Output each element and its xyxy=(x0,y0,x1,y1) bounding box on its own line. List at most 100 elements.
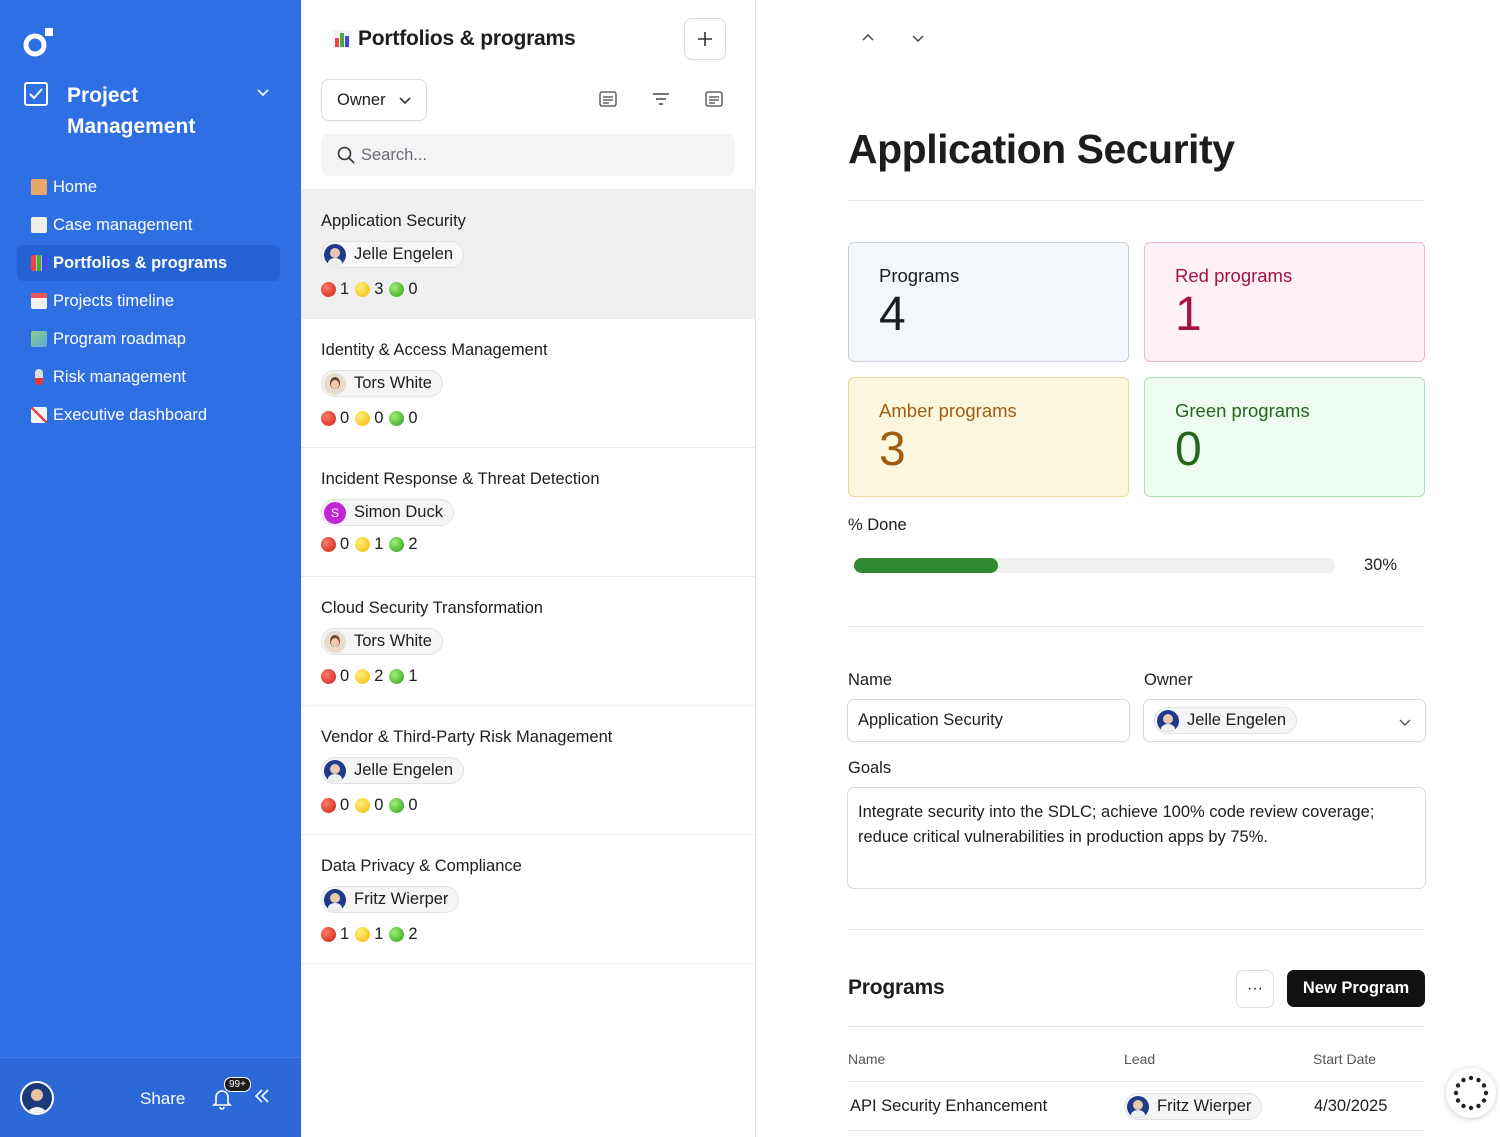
list-title: Portfolios & programs xyxy=(332,27,576,51)
avatar xyxy=(324,888,346,911)
workspace-switcher[interactable]: Project Management xyxy=(24,80,269,142)
sidebar-item-projects-timeline[interactable]: Projects timeline xyxy=(17,283,280,319)
new-program-button[interactable]: New Program xyxy=(1287,970,1425,1007)
bar-chart-icon xyxy=(31,255,47,271)
app-logo-icon[interactable] xyxy=(22,27,54,59)
portfolio-name: Data Privacy & Compliance xyxy=(321,857,522,875)
search-input[interactable] xyxy=(361,145,701,165)
collapse-sidebar-icon[interactable] xyxy=(253,1087,271,1105)
green-circle-icon xyxy=(389,797,405,813)
programs-count-card: Programs 4 xyxy=(848,242,1129,362)
sidebar-nav: Home Case management Portfolios & progra… xyxy=(17,169,280,435)
list-item[interactable]: Cloud Security Transformation Tors White… xyxy=(301,577,755,706)
portfolio-name: Cloud Security Transformation xyxy=(321,599,543,617)
search-icon xyxy=(337,146,355,164)
owner-chip: Jelle Engelen xyxy=(321,241,465,268)
loading-spinner-icon[interactable] xyxy=(1446,1068,1496,1118)
chevron-down-icon xyxy=(1399,719,1411,726)
spinner-dot xyxy=(1461,1103,1466,1109)
yellow-circle-icon xyxy=(355,537,371,552)
sidebar-item-home[interactable]: Home xyxy=(17,169,280,205)
sidebar-item-portfolios-programs[interactable]: Portfolios & programs xyxy=(17,245,280,281)
chevron-down-icon[interactable] xyxy=(910,30,926,46)
portfolio-name: Application Security xyxy=(321,212,466,230)
sidebar-item-risk-management[interactable]: Risk management xyxy=(17,359,280,395)
rag-status: 0 0 0 xyxy=(321,796,755,815)
divider xyxy=(848,1130,1425,1131)
green-circle-icon xyxy=(389,410,405,426)
sidebar-item-executive-dashboard[interactable]: Executive dashboard xyxy=(17,397,280,433)
list-item[interactable]: Data Privacy & Compliance Fritz Wierper … xyxy=(301,835,755,964)
sidebar-item-label: Program roadmap xyxy=(53,329,186,348)
divider xyxy=(848,626,1425,627)
percent-done-label: % Done xyxy=(848,516,907,534)
owner-chip: Tors White xyxy=(321,370,443,397)
rag-status: 0 2 1 xyxy=(321,667,755,686)
goals-textarea[interactable]: Integrate security into the SDLC; achiev… xyxy=(847,787,1426,889)
chevron-up-icon[interactable] xyxy=(860,30,876,46)
sidebar-item-label: Risk management xyxy=(53,367,186,386)
spinner-dot xyxy=(1476,1103,1481,1109)
yellow-circle-icon xyxy=(355,797,371,813)
spinner-dot xyxy=(1461,1077,1466,1083)
filter-icon[interactable] xyxy=(652,90,670,108)
list-item[interactable]: Identity & Access Management Tors White … xyxy=(301,319,755,448)
lead-chip: Fritz Wierper xyxy=(1124,1093,1263,1120)
green-circle-icon xyxy=(389,537,405,552)
list-item[interactable]: Application Security Jelle Engelen 1 3 0 xyxy=(301,190,755,319)
page-title: Application Security xyxy=(848,126,1235,172)
list-item[interactable]: Vendor & Third-Party Risk Management Jel… xyxy=(301,706,755,835)
red-circle-icon xyxy=(321,797,336,813)
name-field[interactable]: Application Security xyxy=(847,699,1130,742)
spinner-dot xyxy=(1476,1077,1481,1083)
green-circle-icon xyxy=(389,926,405,942)
sidebar-item-program-roadmap[interactable]: Program roadmap xyxy=(17,321,280,357)
sidebar-item-case-management[interactable]: Case management xyxy=(17,207,280,243)
red-circle-icon xyxy=(321,410,336,426)
portfolio-name: Vendor & Third-Party Risk Management xyxy=(321,728,613,746)
owner-field-label: Owner xyxy=(1144,671,1193,689)
owner-chip: Fritz Wierper xyxy=(321,886,460,913)
avatar: S xyxy=(324,501,346,524)
yellow-circle-icon xyxy=(355,281,371,297)
thermometer-icon xyxy=(35,369,43,385)
yellow-circle-icon xyxy=(355,668,371,684)
owner-select[interactable]: Jelle Engelen xyxy=(1143,699,1426,742)
green-circle-icon xyxy=(389,668,405,684)
chevron-down-icon xyxy=(257,89,269,97)
red-circle-icon xyxy=(321,537,336,552)
sidebar: Project Management Home Case management … xyxy=(0,0,301,1137)
name-field-label: Name xyxy=(848,671,893,689)
avatar xyxy=(324,372,346,395)
start-date-cell: 4/30/2025 xyxy=(1314,1097,1388,1115)
user-avatar[interactable] xyxy=(20,1081,54,1115)
progress-bar-fill xyxy=(854,558,999,573)
add-portfolio-button[interactable] xyxy=(684,18,726,60)
rag-status: 0 1 2 xyxy=(321,535,755,554)
share-button[interactable]: Share xyxy=(140,1089,185,1109)
spinner-dot xyxy=(1455,1098,1461,1103)
program-name-cell[interactable]: API Security Enhancement xyxy=(850,1097,1047,1116)
more-options-button[interactable]: ··· xyxy=(1236,970,1274,1008)
list-item[interactable]: Incident Response & Threat Detection S Si… xyxy=(301,448,755,577)
amber-programs-card: Amber programs 3 xyxy=(848,377,1129,497)
workspace-title: Project Management xyxy=(67,84,196,138)
spinner-dot xyxy=(1481,1083,1487,1088)
bar-chart-icon xyxy=(333,30,351,48)
divider xyxy=(848,1081,1425,1082)
settings-list-icon[interactable] xyxy=(705,90,723,108)
view-list-icon[interactable] xyxy=(599,90,617,108)
plus-icon xyxy=(698,32,712,46)
column-header-start-date[interactable]: Start Date xyxy=(1313,1051,1376,1067)
goals-field-label: Goals xyxy=(848,759,892,777)
avatar xyxy=(324,759,346,782)
green-circle-icon xyxy=(389,281,405,297)
chevron-down-icon xyxy=(399,97,411,105)
search-box[interactable] xyxy=(321,134,735,176)
yellow-circle-icon xyxy=(355,926,371,942)
sidebar-item-label: Case management xyxy=(53,215,193,234)
owner-filter-dropdown[interactable]: Owner xyxy=(321,79,427,121)
spinner-dot xyxy=(1453,1090,1459,1096)
column-header-lead[interactable]: Lead xyxy=(1124,1051,1155,1067)
column-header-name[interactable]: Name xyxy=(848,1051,885,1067)
